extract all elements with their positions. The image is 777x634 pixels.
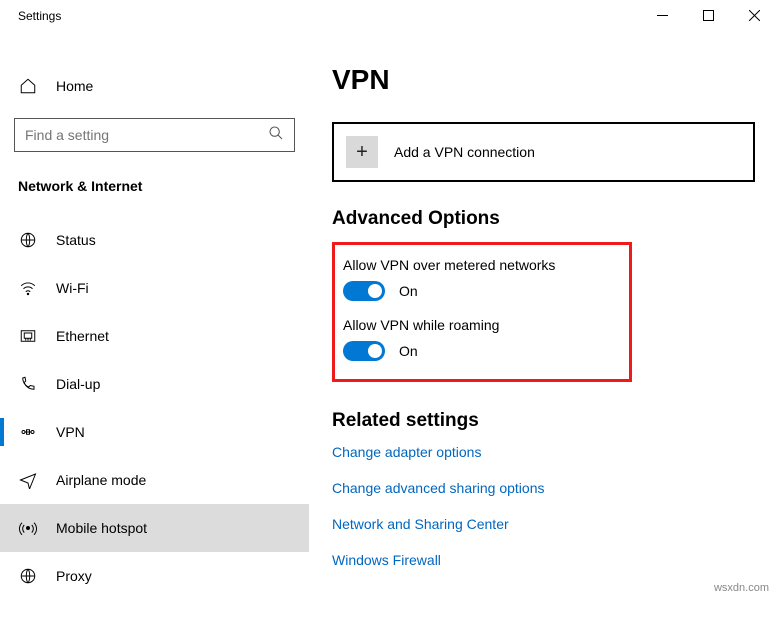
proxy-icon bbox=[18, 567, 38, 585]
close-button[interactable] bbox=[731, 0, 777, 30]
nav-item-hotspot[interactable]: Mobile hotspot bbox=[0, 504, 309, 552]
toggle-roaming-state: On bbox=[399, 343, 418, 359]
option-roaming: Allow VPN while roaming On bbox=[343, 317, 613, 361]
hotspot-icon bbox=[18, 519, 38, 537]
nav-label: Proxy bbox=[56, 568, 92, 584]
category-heading: Network & Internet bbox=[0, 178, 309, 194]
nav-label: VPN bbox=[56, 424, 85, 440]
nav-item-dialup[interactable]: Dial-up bbox=[0, 360, 309, 408]
watermark: wsxdn.com bbox=[714, 582, 769, 594]
window-title: Settings bbox=[0, 0, 61, 23]
option-roaming-label: Allow VPN while roaming bbox=[343, 317, 613, 333]
advanced-heading: Advanced Options bbox=[332, 208, 755, 230]
nav-label: Dial-up bbox=[56, 376, 100, 392]
search-icon bbox=[268, 125, 284, 146]
link-sharing-options[interactable]: Change advanced sharing options bbox=[332, 480, 755, 496]
home-icon bbox=[18, 77, 38, 95]
related-heading: Related settings bbox=[332, 410, 755, 432]
nav-item-status[interactable]: Status bbox=[0, 216, 309, 264]
link-windows-firewall[interactable]: Windows Firewall bbox=[332, 552, 755, 568]
status-icon bbox=[18, 231, 38, 249]
option-metered-label: Allow VPN over metered networks bbox=[343, 257, 613, 273]
ethernet-icon bbox=[18, 327, 38, 345]
nav-item-ethernet[interactable]: Ethernet bbox=[0, 312, 309, 360]
page-title: VPN bbox=[332, 64, 755, 96]
search-input[interactable] bbox=[25, 127, 268, 143]
toggle-metered[interactable] bbox=[343, 281, 385, 301]
nav-item-vpn[interactable]: VPN bbox=[0, 408, 309, 456]
option-metered: Allow VPN over metered networks On bbox=[343, 257, 613, 301]
airplane-icon bbox=[18, 471, 38, 489]
minimize-button[interactable] bbox=[639, 0, 685, 30]
maximize-icon bbox=[703, 10, 714, 21]
nav-label: Ethernet bbox=[56, 328, 109, 344]
add-vpn-label: Add a VPN connection bbox=[394, 144, 535, 160]
plus-icon: + bbox=[346, 136, 378, 168]
close-icon bbox=[749, 10, 760, 21]
vpn-icon bbox=[18, 423, 38, 441]
nav-label: Status bbox=[56, 232, 96, 248]
advanced-options-highlight: Allow VPN over metered networks On Allow… bbox=[332, 242, 632, 382]
link-network-center[interactable]: Network and Sharing Center bbox=[332, 516, 755, 532]
home-button[interactable]: Home bbox=[0, 70, 309, 102]
titlebar: Settings bbox=[0, 0, 777, 36]
nav-item-wifi[interactable]: Wi-Fi bbox=[0, 264, 309, 312]
nav-label: Wi-Fi bbox=[56, 280, 89, 296]
related-links: Change adapter options Change advanced s… bbox=[332, 444, 755, 568]
nav-list: Status Wi-Fi Ethernet Dial-up VPN bbox=[0, 216, 309, 600]
wifi-icon bbox=[18, 279, 38, 297]
minimize-icon bbox=[657, 10, 668, 21]
toggle-metered-state: On bbox=[399, 283, 418, 299]
search-box[interactable] bbox=[14, 118, 295, 152]
main-pane: VPN + Add a VPN connection Advanced Opti… bbox=[310, 36, 777, 634]
nav-label: Airplane mode bbox=[56, 472, 146, 488]
toggle-roaming[interactable] bbox=[343, 341, 385, 361]
home-label: Home bbox=[56, 78, 93, 94]
maximize-button[interactable] bbox=[685, 0, 731, 30]
dialup-icon bbox=[18, 375, 38, 393]
link-adapter-options[interactable]: Change adapter options bbox=[332, 444, 755, 460]
sidebar: Home Network & Internet Status Wi-Fi bbox=[0, 36, 310, 634]
nav-item-airplane[interactable]: Airplane mode bbox=[0, 456, 309, 504]
add-vpn-button[interactable]: + Add a VPN connection bbox=[332, 122, 755, 182]
nav-label: Mobile hotspot bbox=[56, 520, 147, 536]
nav-item-proxy[interactable]: Proxy bbox=[0, 552, 309, 600]
